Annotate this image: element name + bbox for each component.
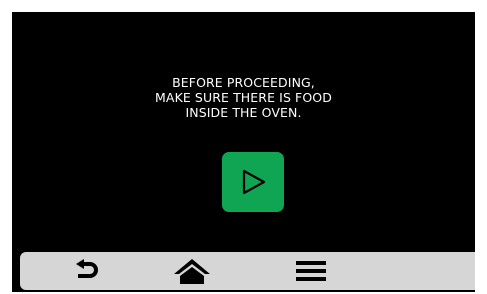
back-arrow-icon: [76, 259, 98, 278]
start-button[interactable]: [222, 152, 284, 212]
home-icon: [174, 259, 210, 284]
oven-screen: BEFORE PROCEEDING, MAKE SURE THERE IS FO…: [12, 12, 475, 292]
home-button[interactable]: [157, 252, 227, 290]
back-button[interactable]: [52, 252, 122, 290]
menu-icon: [296, 261, 326, 281]
message-line: BEFORE PROCEEDING,: [172, 75, 315, 90]
message-line: INSIDE THE OVEN.: [185, 105, 302, 120]
menu-button[interactable]: [276, 252, 346, 290]
message-line: MAKE SURE THERE IS FOOD: [155, 90, 332, 105]
play-icon: [242, 169, 266, 195]
food-check-message: BEFORE PROCEEDING, MAKE SURE THERE IS FO…: [12, 75, 475, 120]
bottom-navigation-bar: [20, 252, 475, 290]
